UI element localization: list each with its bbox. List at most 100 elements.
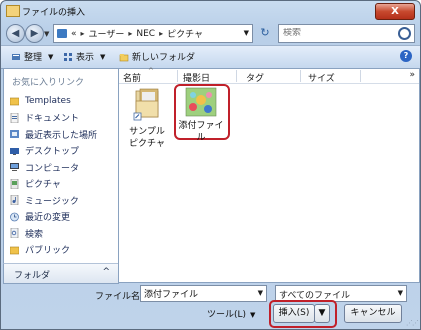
nav-item-label: Templates (25, 96, 71, 107)
search-input[interactable] (283, 28, 383, 38)
toolbar: 整理 ▼ 表示 ▼ 新しいフォルダ ? (1, 45, 420, 69)
nav-item-label: ピクチャ (25, 180, 61, 191)
organize-icon (12, 53, 20, 60)
nav-item-music[interactable]: ミュージック (10, 192, 97, 209)
favorite-links-header: お気に入りリンク (12, 78, 85, 88)
nav-item-documents[interactable]: ドキュメント (10, 110, 97, 127)
sort-ascending-icon: ^ (148, 67, 154, 75)
chevron-down-icon[interactable]: ▼ (398, 289, 403, 297)
tools-button[interactable]: ツール(L) ▼ (207, 307, 255, 320)
window-title: ファイルの挿入 (22, 8, 86, 18)
new-folder-button[interactable]: 新しいフォルダ (119, 50, 195, 63)
music-icon (10, 195, 19, 206)
breadcrumb-pictures[interactable]: ピクチャ (167, 27, 203, 40)
filename-field[interactable]: ▼ (140, 285, 267, 302)
favorite-links-list: Templates ドキュメント 最近表示した場所 デスクトップ コンピュータ … (10, 93, 97, 258)
nav-item-label: デスクトップ (25, 147, 80, 158)
views-button[interactable]: 表示 ▼ (63, 50, 105, 63)
column-size[interactable]: サイズ (308, 71, 335, 84)
file-name-line2: ピクチャ (129, 139, 165, 149)
address-bar[interactable]: « ▸ ユーザー ▸ NEC ▸ ピクチャ ▼ (53, 24, 253, 43)
navigation-pane: お気に入りリンク Templates ドキュメント 最近表示した場所 デスクトッ… (3, 68, 119, 283)
nav-item-templates[interactable]: Templates (10, 93, 97, 110)
new-folder-label: 新しいフォルダ (132, 53, 196, 63)
column-name[interactable]: 名前 (123, 71, 141, 84)
image-file-icon (185, 87, 217, 117)
column-tags[interactable]: タグ (246, 71, 264, 84)
column-divider[interactable] (300, 70, 301, 82)
insert-options-dropdown[interactable]: ▼ (314, 304, 330, 323)
recent-places-icon (10, 130, 19, 139)
file-item-attachment[interactable]: 添付ファイル (175, 87, 227, 144)
search-folder-icon (10, 228, 19, 239)
column-divider[interactable] (236, 70, 237, 82)
column-date-taken[interactable]: 撮影日 (183, 71, 210, 84)
nav-item-label: ドキュメント (25, 114, 80, 125)
chevron-down-icon: ▼ (250, 311, 256, 319)
new-folder-icon (119, 53, 129, 61)
chevron-down-icon[interactable]: ▼ (258, 289, 263, 297)
tools-label: ツール(L) (207, 310, 247, 320)
nav-item-label: 最近の変更 (25, 213, 71, 224)
recent-changes-icon (10, 212, 19, 222)
breadcrumb-nec[interactable]: NEC (136, 29, 155, 39)
views-icon (64, 52, 72, 61)
refresh-button[interactable]: ↻ (257, 26, 273, 40)
back-button[interactable]: ◀ (6, 24, 25, 43)
close-button[interactable]: X (375, 3, 415, 20)
folders-toggle[interactable]: フォルダ ^ (3, 263, 119, 284)
nav-item-computer[interactable]: コンピュータ (10, 159, 97, 176)
filename-input[interactable] (144, 288, 244, 298)
breadcrumb-users[interactable]: ユーザー (89, 27, 125, 40)
nav-item-recent-places[interactable]: 最近表示した場所 (10, 126, 97, 143)
column-headers: 名前 ^ 撮影日 タグ サイズ » (119, 67, 419, 84)
folders-label: フォルダ (14, 271, 51, 281)
breadcrumb-separator[interactable]: ▸ (159, 29, 163, 38)
views-label: 表示 (76, 53, 95, 63)
nav-item-label: 検索 (25, 229, 44, 240)
desktop-icon (10, 147, 19, 155)
nav-item-pictures[interactable]: ピクチャ (10, 176, 97, 193)
title-bar: ファイルの挿入 X (1, 1, 420, 21)
nav-item-desktop[interactable]: デスクトップ (10, 143, 97, 160)
organize-label: 整理 (24, 53, 43, 63)
organize-button[interactable]: 整理 ▼ (11, 50, 53, 63)
nav-item-recent-changes[interactable]: 最近の変更 (10, 209, 97, 226)
pictures-icon (10, 178, 19, 189)
breadcrumb-separator[interactable]: ▸ (81, 29, 85, 38)
dialog-icon (6, 5, 20, 17)
file-list-pane: 名前 ^ 撮影日 タグ サイズ » サンプル ピクチャ 添付ファイル (118, 67, 420, 283)
help-icon[interactable]: ? (400, 50, 412, 62)
chevron-up-icon: ^ (102, 267, 110, 277)
public-folder-icon (10, 246, 19, 255)
resize-grip-icon[interactable]: ⋰⋰ (406, 319, 419, 327)
folder-location-icon (57, 29, 67, 38)
chevron-down-icon: ▼ (100, 52, 106, 61)
nav-item-search[interactable]: 検索 (10, 225, 97, 242)
chevron-down-icon: ▼ (48, 52, 54, 61)
column-divider[interactable] (177, 70, 178, 82)
cancel-button[interactable]: キャンセル (344, 304, 402, 323)
file-insert-dialog: ファイルの挿入 X ◀ ▶ ▼ « ▸ ユーザー ▸ NEC ▸ ピクチャ ▼ … (0, 0, 421, 330)
more-columns-icon[interactable]: » (409, 70, 415, 80)
nav-item-label: ミュージック (25, 196, 79, 207)
file-item-sample-pictures[interactable]: サンプル ピクチャ (122, 85, 172, 150)
file-name-line1: サンプル (129, 127, 165, 137)
forward-button[interactable]: ▶ (25, 24, 44, 43)
search-icon[interactable] (398, 27, 411, 40)
address-prefix[interactable]: « (71, 29, 77, 39)
file-name: 添付ファイル (178, 121, 224, 143)
address-row: ◀ ▶ ▼ « ▸ ユーザー ▸ NEC ▸ ピクチャ ▼ ↻ (1, 22, 420, 44)
sample-pictures-folder-icon (133, 88, 159, 121)
search-box[interactable] (278, 24, 415, 43)
nav-item-public[interactable]: パブリック (10, 242, 97, 259)
nav-item-label: 最近表示した場所 (25, 130, 98, 141)
folder-icon (10, 97, 19, 106)
breadcrumb-separator[interactable]: ▸ (128, 29, 132, 38)
column-divider[interactable] (360, 70, 361, 82)
recent-pages-dropdown[interactable]: ▼ (44, 30, 49, 38)
computer-icon (10, 163, 19, 172)
nav-item-label: パブリック (25, 246, 71, 257)
insert-button[interactable]: 挿入(S) (273, 304, 315, 323)
address-dropdown-icon[interactable]: ▼ (244, 29, 249, 37)
